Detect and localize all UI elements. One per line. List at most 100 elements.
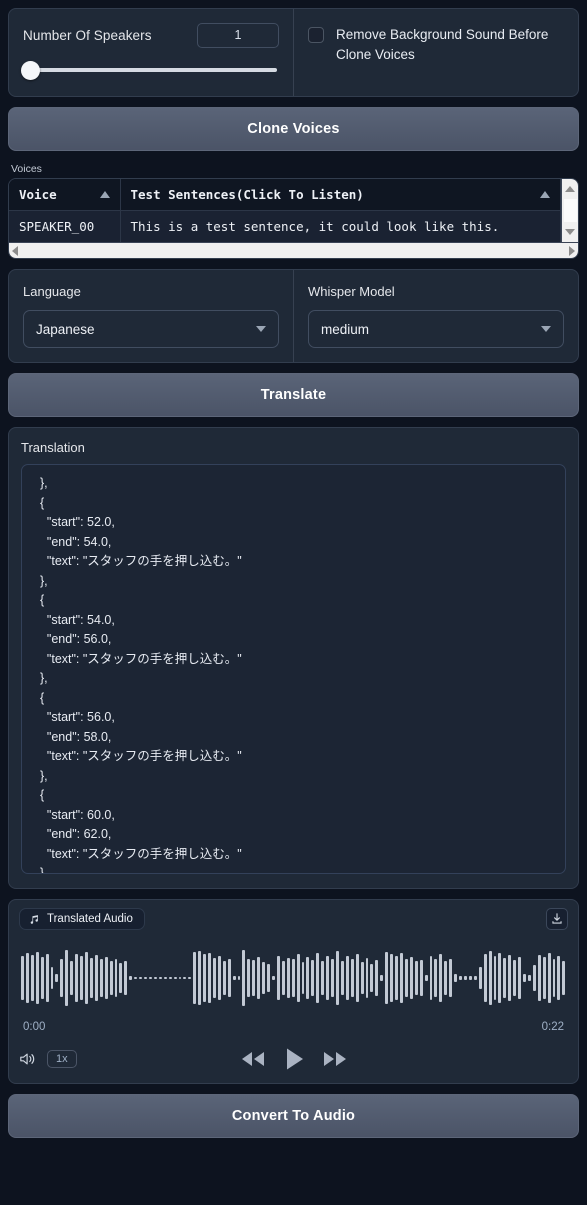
slider-track (31, 68, 277, 72)
scroll-down-button[interactable] (565, 224, 575, 240)
waveform-bar (272, 975, 275, 981)
language-dropdown[interactable]: Japanese (23, 310, 279, 348)
volume-icon[interactable] (19, 1051, 37, 1067)
translation-textarea[interactable]: }, { "start": 52.0, "end": 54.0, "text":… (21, 464, 566, 874)
slider-thumb[interactable] (20, 60, 40, 80)
translation-panel: Translation }, { "start": 52.0, "end": 5… (8, 427, 579, 889)
waveform-bar (468, 976, 472, 980)
clone-voices-button[interactable]: Clone Voices (8, 107, 579, 151)
waveform-bar (473, 976, 477, 980)
convert-to-audio-button[interactable]: Convert To Audio (8, 1094, 579, 1138)
audio-player-panel: Translated Audio 0:00 0:22 1x (8, 899, 579, 1084)
waveform-bar (321, 961, 325, 995)
waveform-bar (390, 954, 394, 1002)
speaker-settings-panel: Number Of Speakers 1 Remove Background S… (8, 8, 579, 97)
waveform-bar (129, 976, 133, 980)
waveform-bar (21, 955, 24, 1001)
waveform-bar (429, 956, 433, 1000)
waveform-bar (399, 952, 403, 1004)
waveform-bar (532, 965, 536, 991)
waveform-bar (503, 957, 507, 999)
waveform-bar (104, 957, 108, 999)
waveform-bar (168, 976, 172, 980)
waveform-bar (173, 976, 177, 980)
waveform-bar (291, 959, 295, 997)
waveform-bar (527, 975, 531, 981)
waveform-bar (217, 956, 221, 1000)
language-label: Language (23, 284, 81, 299)
waveform-bar (65, 949, 69, 1007)
waveform-bar (355, 954, 359, 1002)
table-horizontal-scrollbar[interactable] (9, 242, 578, 258)
waveform-bar (493, 955, 497, 1001)
language-model-panel: Language Japanese Whisper Model medium (8, 269, 579, 363)
number-of-speakers-slider[interactable] (20, 60, 279, 80)
remove-background-group: Remove Background Sound Before Clone Voi… (294, 9, 578, 96)
rewind-icon[interactable] (240, 1050, 266, 1068)
playback-speed-button[interactable]: 1x (47, 1050, 77, 1068)
chevron-left-icon[interactable] (12, 245, 18, 256)
waveform-bar (360, 962, 364, 994)
waveform-bar (40, 957, 44, 999)
waveform-bar (340, 960, 344, 996)
cell-voice[interactable]: SPEAKER_00 (9, 210, 121, 242)
scroll-up-button[interactable] (565, 181, 575, 197)
remove-background-label: Remove Background Sound Before Clone Voi… (336, 27, 549, 62)
table-row[interactable]: SPEAKER_00 This is a test sentence, it c… (9, 210, 561, 242)
download-icon (552, 913, 562, 924)
waveform-bar (375, 960, 379, 996)
waveform-bar (124, 961, 128, 995)
waveform-bar (365, 957, 369, 999)
waveform-bar (513, 960, 517, 996)
audio-current-time: 0:00 (23, 1021, 46, 1033)
translate-button[interactable]: Translate (8, 373, 579, 417)
column-header-voice-label: Voice (19, 187, 57, 202)
waveform-bar (409, 957, 413, 999)
waveform-bar (193, 952, 197, 1004)
waveform-bar (454, 974, 458, 982)
waveform-bar (542, 957, 546, 999)
waveform-bar (198, 950, 202, 1006)
waveform-bar (262, 962, 266, 994)
waveform-bar (523, 974, 526, 982)
waveform-bar (242, 949, 246, 1007)
waveform-bar (163, 976, 167, 980)
language-group: Language Japanese (9, 270, 293, 362)
number-of-speakers-input[interactable]: 1 (197, 23, 279, 48)
fast-forward-icon[interactable] (322, 1050, 348, 1068)
waveform-bar (55, 974, 59, 982)
download-audio-button[interactable] (546, 908, 568, 930)
cell-test-sentence[interactable]: This is a test sentence, it could look l… (120, 210, 561, 242)
waveform-bar (153, 976, 157, 980)
vertical-scroll-thumb[interactable] (563, 199, 577, 222)
waveform-bar (60, 959, 64, 997)
waveform-bar (222, 960, 226, 996)
chevron-right-icon[interactable] (569, 245, 575, 256)
waveform-bar (508, 954, 512, 1002)
table-vertical-scrollbar[interactable] (561, 179, 578, 242)
play-icon[interactable] (284, 1047, 304, 1071)
waveform-bar (178, 976, 182, 980)
translated-audio-chip[interactable]: Translated Audio (19, 908, 145, 930)
remove-background-checkbox[interactable] (308, 27, 324, 43)
whisper-model-dropdown[interactable]: medium (308, 310, 564, 348)
waveform-bar (70, 961, 74, 995)
waveform-bar (139, 976, 143, 980)
waveform-bar (350, 959, 354, 997)
waveform-bar (281, 960, 285, 996)
chevron-down-icon (565, 229, 575, 235)
waveform-bar (537, 954, 541, 1002)
column-header-voice[interactable]: Voice (9, 179, 121, 211)
waveform-bar (345, 956, 349, 1000)
waveform-bar (301, 962, 305, 994)
audio-waveform[interactable] (21, 942, 566, 1014)
column-header-test-sentences[interactable]: Test Sentences(Click To Listen) (120, 179, 561, 211)
whisper-model-value: medium (321, 321, 370, 337)
waveform-bar (45, 954, 49, 1002)
waveform-bar (247, 958, 251, 998)
language-value: Japanese (36, 321, 95, 337)
translation-text: }, { "start": 52.0, "end": 54.0, "text":… (39, 476, 242, 874)
waveform-bar (434, 958, 438, 998)
waveform-bar (227, 959, 231, 997)
waveform-bar (404, 958, 408, 998)
